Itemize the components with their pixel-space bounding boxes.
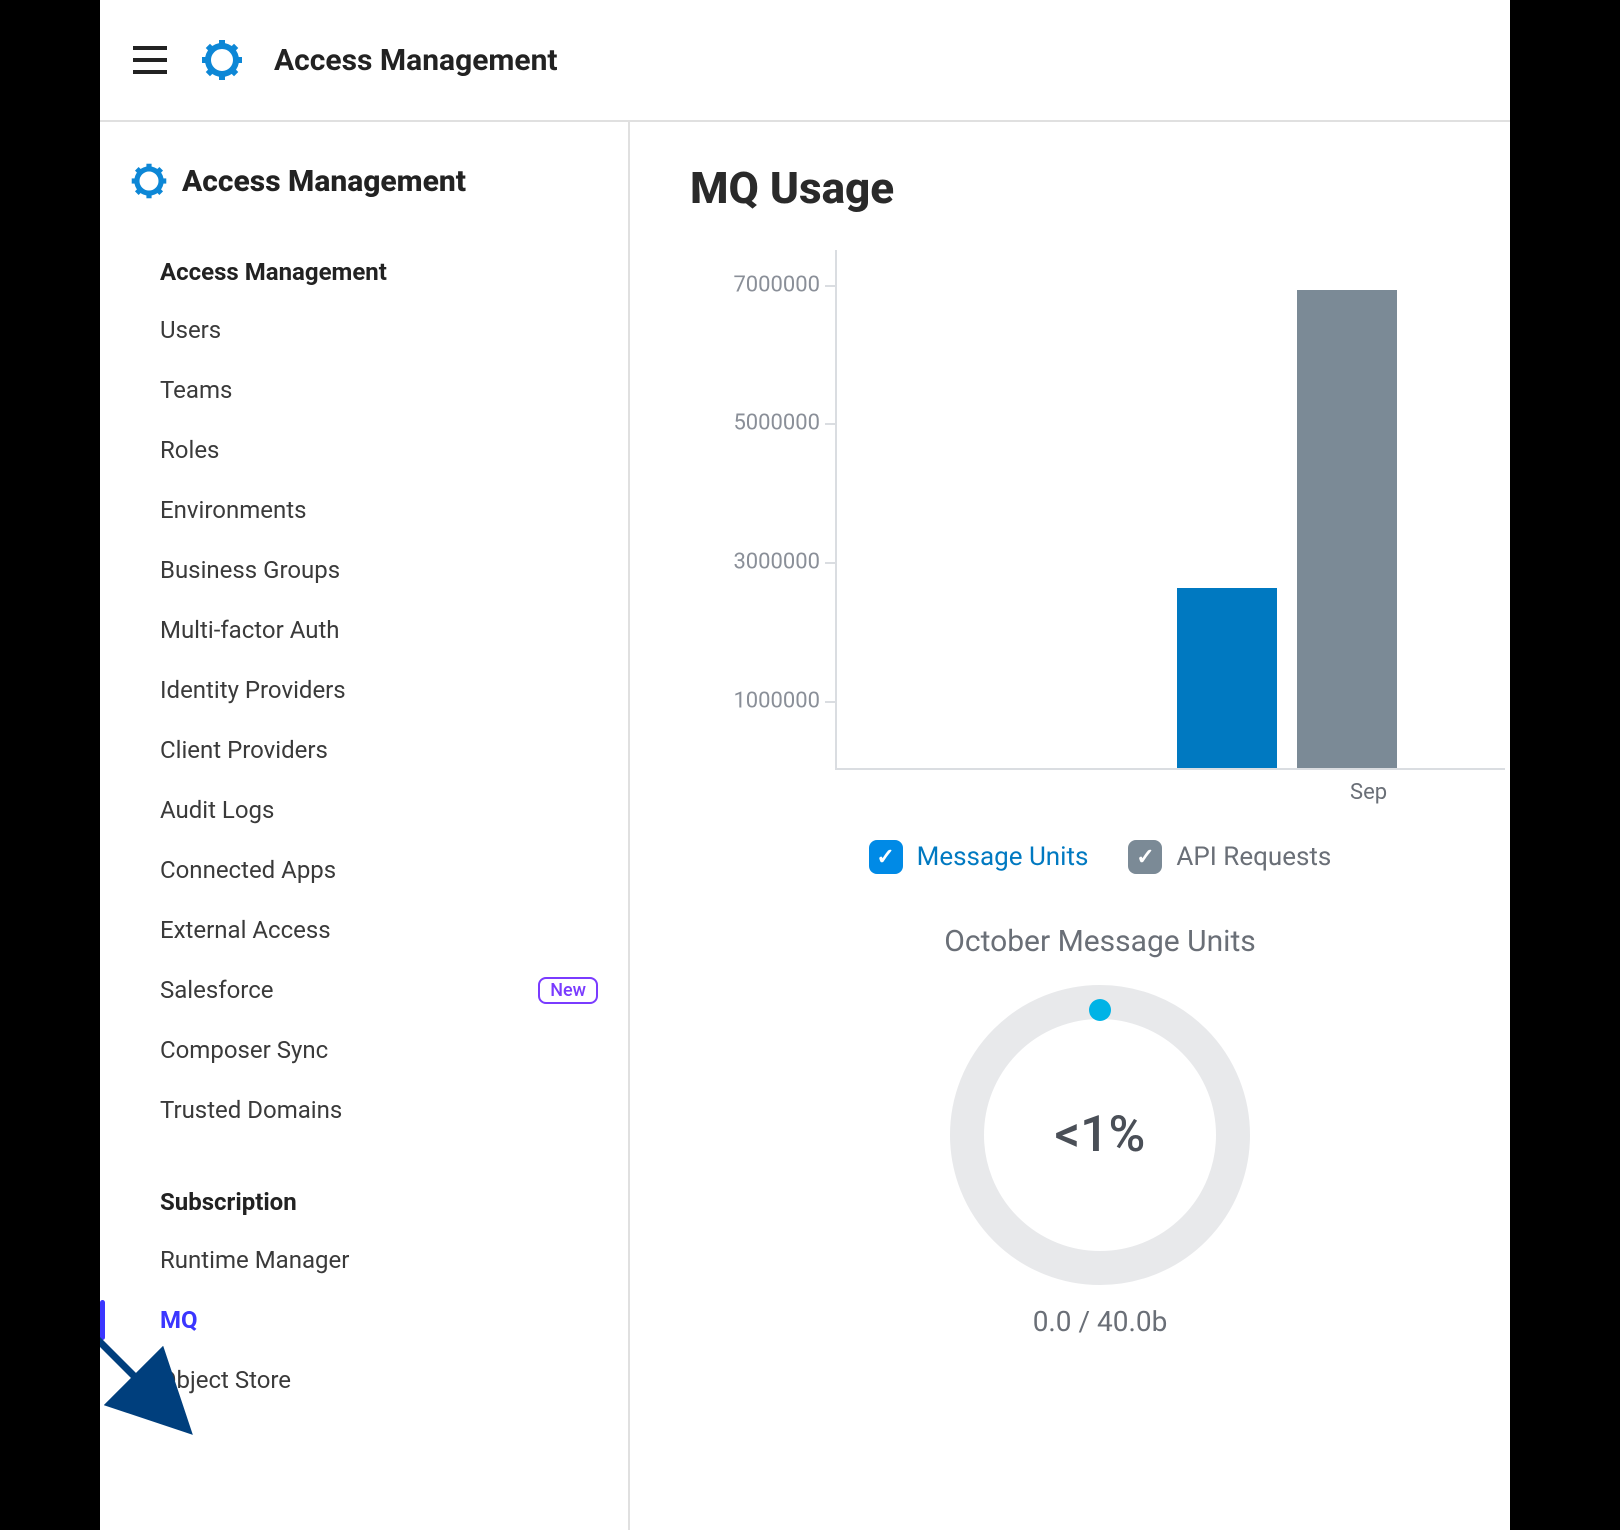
main: MQ Usage 1000000 3000000 5000000 7000000 Se… — [630, 122, 1510, 1530]
sidebar-item-label: Identity Providers — [160, 676, 346, 704]
sidebar-item-composer-sync[interactable]: Composer Sync — [100, 1020, 628, 1080]
legend-message-units[interactable]: ✓ Message Units — [869, 840, 1089, 874]
sidebar-item-audit-logs[interactable]: Audit Logs — [100, 780, 628, 840]
sidebar-item-business-groups[interactable]: Business Groups — [100, 540, 628, 600]
bar-message-units — [1177, 588, 1277, 768]
sidebar-item-roles[interactable]: Roles — [100, 420, 628, 480]
gauge-dot-icon — [1089, 999, 1111, 1021]
sidebar-item-environments[interactable]: Environments — [100, 480, 628, 540]
sidebar-item-identity-providers[interactable]: Identity Providers — [100, 660, 628, 720]
legend-label: Message Units — [917, 842, 1089, 872]
sidebar-item-label: Client Providers — [160, 736, 328, 764]
topbar-title: Access Management — [274, 43, 558, 78]
sidebar-item-label: Environments — [160, 496, 306, 524]
sidebar-item-external-access[interactable]: External Access — [100, 900, 628, 960]
bar-api-requests — [1297, 290, 1397, 768]
sidebar-item-label: Teams — [160, 376, 232, 404]
sidebar-header: Access Management — [100, 152, 628, 230]
sidebar-item-mfa[interactable]: Multi-factor Auth — [100, 600, 628, 660]
sidebar-item-label: Composer Sync — [160, 1036, 328, 1064]
y-tick-label: 3000000 — [695, 550, 830, 575]
sidebar-item-client-providers[interactable]: Client Providers — [100, 720, 628, 780]
gauge-section: October Message Units <1% 0.0 / 40.0b — [690, 924, 1510, 1338]
sidebar-group-label: Access Management — [100, 230, 628, 300]
sidebar-item-label: External Access — [160, 916, 331, 944]
gauge-chart: <1% — [950, 985, 1250, 1285]
sidebar-item-connected-apps[interactable]: Connected Apps — [100, 840, 628, 900]
topbar: Access Management — [100, 0, 1510, 122]
sidebar-item-mq[interactable]: MQ — [100, 1290, 628, 1350]
gauge-title: October Message Units — [690, 924, 1510, 959]
sidebar-item-trusted-domains[interactable]: Trusted Domains — [100, 1080, 628, 1140]
sidebar-item-label: MQ — [160, 1306, 198, 1334]
checkbox-checked-icon: ✓ — [1128, 840, 1162, 874]
chart-legend: ✓ Message Units ✓ API Requests — [690, 820, 1510, 924]
sidebar-item-label: Audit Logs — [160, 796, 274, 824]
new-badge: New — [538, 977, 598, 1004]
sidebar-item-users[interactable]: Users — [100, 300, 628, 360]
sidebar-item-label: Connected Apps — [160, 856, 336, 884]
y-tick-label: 5000000 — [695, 411, 830, 436]
page-title: MQ Usage — [690, 162, 1510, 214]
sidebar-item-label: Users — [160, 316, 221, 344]
sidebar-group-label: Subscription — [100, 1140, 628, 1230]
sidebar: Access Management Access Management User… — [100, 122, 630, 1530]
sidebar-item-label: Multi-factor Auth — [160, 616, 340, 644]
gauge-subtext: 0.0 / 40.0b — [690, 1305, 1510, 1338]
usage-bar-chart: 1000000300000050000007000000 Sep — [690, 250, 1510, 800]
sidebar-item-label: Roles — [160, 436, 219, 464]
sidebar-item-object-store[interactable]: Object Store — [100, 1350, 628, 1410]
gauge-value: <1% — [1055, 1106, 1146, 1164]
sidebar-item-label: Salesforce — [160, 976, 273, 1004]
sidebar-title: Access Management — [182, 164, 466, 199]
hamburger-menu-icon[interactable] — [130, 40, 170, 80]
sidebar-item-salesforce[interactable]: Salesforce New — [100, 960, 628, 1020]
sidebar-item-label: Business Groups — [160, 556, 340, 584]
checkbox-checked-icon: ✓ — [869, 840, 903, 874]
x-tick-label: Sep — [1350, 780, 1387, 805]
gear-icon — [200, 38, 244, 82]
sidebar-item-label: Object Store — [160, 1366, 291, 1394]
y-tick-label: 1000000 — [695, 688, 830, 713]
legend-label: API Requests — [1176, 842, 1331, 872]
sidebar-item-teams[interactable]: Teams — [100, 360, 628, 420]
gear-icon — [130, 162, 168, 200]
sidebar-item-runtime-manager[interactable]: Runtime Manager — [100, 1230, 628, 1290]
sidebar-item-label: Runtime Manager — [160, 1246, 349, 1274]
sidebar-item-label: Trusted Domains — [160, 1096, 342, 1124]
legend-api-requests[interactable]: ✓ API Requests — [1128, 840, 1331, 874]
y-tick-label: 7000000 — [695, 272, 830, 297]
